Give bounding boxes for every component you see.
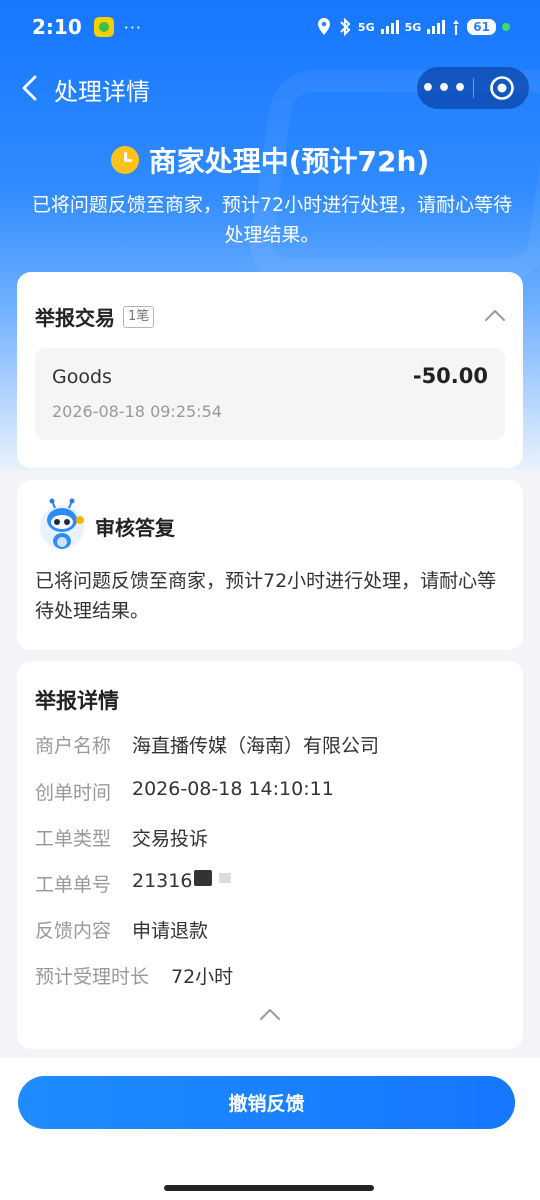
home-indicator[interactable] bbox=[164, 1185, 374, 1191]
status-time: 2:10 bbox=[32, 15, 82, 39]
transaction-item[interactable]: Goods -50.00 2026-08-18 09:25:54 bbox=[35, 348, 505, 440]
signal-icon-1 bbox=[380, 20, 399, 34]
transaction-name: Goods bbox=[52, 366, 112, 388]
collapse-details-chevron-icon[interactable] bbox=[259, 1007, 281, 1021]
detail-value: 72小时 bbox=[171, 966, 234, 988]
report-transaction-card: 举报交易 1笔 Goods -50.00 2026-08-18 09:25:54 bbox=[17, 272, 523, 468]
signal-icon-2 bbox=[427, 20, 446, 34]
review-reply-body: 已将问题反馈至商家，预计72小时进行处理，请耐心等待处理结果。 bbox=[35, 570, 497, 622]
status-icons: 5G 5G 61 bbox=[316, 17, 510, 37]
close-mini-program-button[interactable] bbox=[474, 75, 529, 101]
detail-value: 21316 bbox=[132, 870, 193, 892]
page-title: 处理详情 bbox=[54, 78, 150, 106]
detail-row-ticket-type: 工单类型 交易投诉 bbox=[35, 824, 505, 851]
detail-label: 创单时间 bbox=[35, 782, 112, 804]
detail-value: 申请退款 bbox=[132, 920, 209, 942]
review-reply-card: 审核答复 已将问题反馈至商家，预计72小时进行处理，请耐心等待处理结果。 bbox=[17, 480, 523, 650]
detail-row-ticket-number: 工单单号 21316 bbox=[35, 870, 505, 897]
status-heading: 商家处理中(预计72h) bbox=[0, 140, 540, 180]
detail-value: 海直播传媒（海南）有限公司 bbox=[132, 735, 380, 757]
review-reply-title: 审核答复 bbox=[95, 516, 175, 540]
wifi-icon bbox=[453, 20, 460, 35]
detail-label: 反馈内容 bbox=[35, 920, 112, 942]
app-notification-icon bbox=[93, 17, 114, 37]
redacted-mask bbox=[194, 870, 213, 886]
detail-row-feedback-content: 反馈内容 申请退款 bbox=[35, 916, 505, 943]
location-icon bbox=[317, 18, 330, 35]
detail-row-created-time: 创单时间 2026-08-18 14:10:11 bbox=[35, 778, 505, 805]
detail-label: 工单单号 bbox=[35, 874, 112, 896]
network-5g-label-2: 5G bbox=[404, 20, 422, 34]
transaction-time: 2026-08-18 09:25:54 bbox=[52, 402, 222, 421]
target-close-icon bbox=[489, 76, 514, 100]
detail-row-merchant: 商户名称 海直播传媒（海南）有限公司 bbox=[35, 731, 505, 758]
robot-assistant-avatar bbox=[40, 498, 84, 549]
privacy-indicator-icon bbox=[502, 23, 510, 31]
detail-label: 商户名称 bbox=[35, 735, 112, 757]
transaction-count-badge: 1笔 bbox=[123, 305, 155, 328]
transaction-amount: -50.00 bbox=[412, 364, 488, 388]
status-title: 商家处理中(预计72h) bbox=[148, 145, 430, 178]
collapse-chevron-up-icon[interactable] bbox=[484, 308, 506, 322]
report-transaction-title: 举报交易 bbox=[35, 306, 115, 330]
report-transaction-header: 举报交易 1笔 bbox=[35, 302, 155, 331]
clock-icon bbox=[110, 146, 139, 174]
status-bar: 2:10 ··· 5G 5G 61 bbox=[0, 0, 540, 54]
detail-value: 2026-08-18 14:10:11 bbox=[132, 778, 334, 800]
more-options-button[interactable]: ••• bbox=[417, 76, 473, 101]
mini-program-capsule: ••• bbox=[417, 67, 529, 109]
nav-bar: 处理详情 ••• bbox=[0, 62, 540, 114]
detail-row-estimated-duration: 预计受理时长 72小时 bbox=[35, 962, 505, 989]
detail-label: 预计受理时长 bbox=[35, 966, 150, 988]
status-description: 已将问题反馈至商家，预计72小时进行处理，请耐心等待处理结果。 bbox=[31, 194, 513, 246]
back-arrow-icon[interactable] bbox=[18, 74, 44, 102]
revoke-feedback-button[interactable]: 撤销反馈 bbox=[18, 1076, 515, 1129]
detail-label: 工单类型 bbox=[35, 828, 112, 850]
network-5g-label-1: 5G bbox=[357, 20, 375, 34]
more-notifications-icon: ··· bbox=[123, 17, 143, 37]
battery-indicator: 61 bbox=[467, 19, 496, 35]
report-details-card: 举报详情 商户名称 海直播传媒（海南）有限公司 创单时间 2026-08-18 … bbox=[17, 661, 523, 1049]
detail-value: 交易投诉 bbox=[132, 828, 209, 850]
bluetooth-icon bbox=[340, 17, 351, 37]
report-details-title: 举报详情 bbox=[35, 689, 119, 713]
